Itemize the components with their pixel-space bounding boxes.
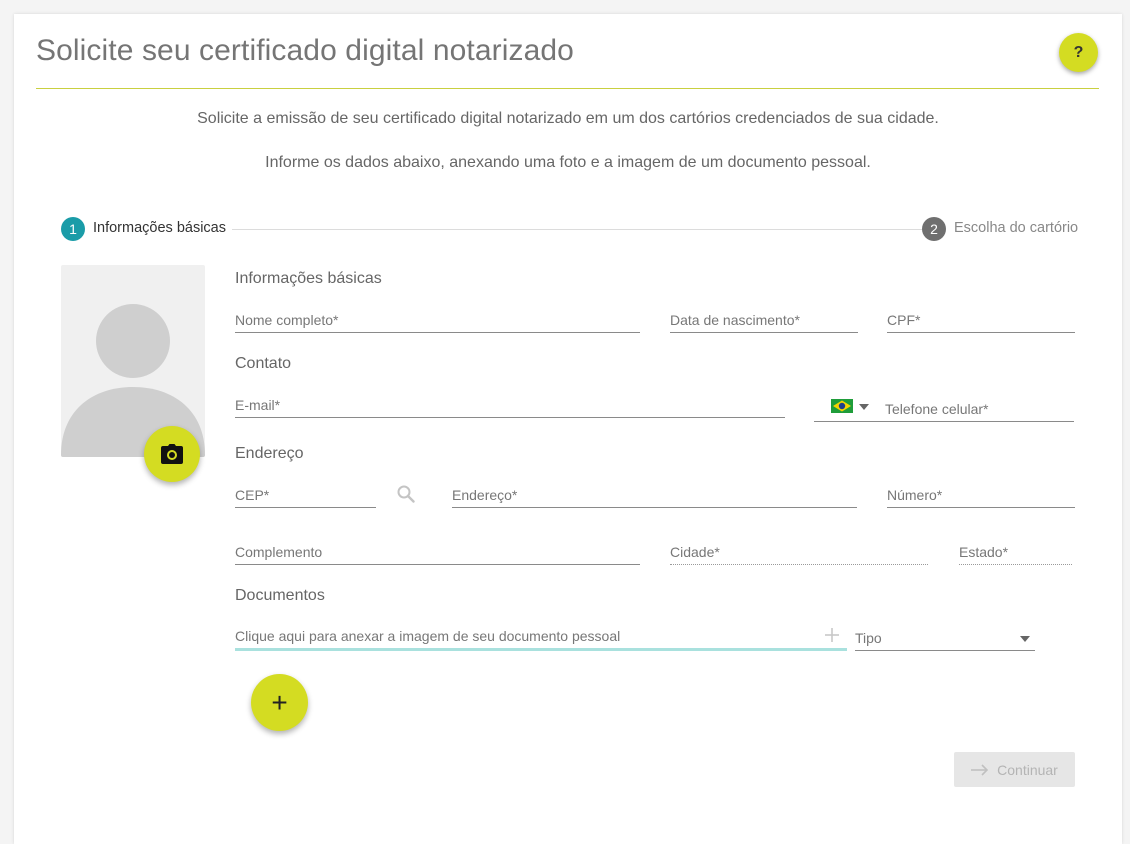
camera-icon xyxy=(161,444,183,464)
country-dropdown-chevron-icon[interactable] xyxy=(859,404,869,410)
stepper-connector xyxy=(232,229,922,230)
step-2-circle[interactable]: 2 xyxy=(922,217,946,241)
title-divider xyxy=(36,88,1099,89)
add-document-button[interactable]: + xyxy=(251,674,308,731)
number-field[interactable]: Número* xyxy=(887,483,1075,508)
full-name-label: Nome completo* xyxy=(235,312,339,328)
section-title-contact: Contato xyxy=(235,355,292,372)
intro-text-1: Solicite a emissão de seu certificado di… xyxy=(197,110,939,127)
number-label: Número* xyxy=(887,487,943,503)
page-title: Solicite seu certificado digital notariz… xyxy=(36,34,574,67)
cpf-field[interactable]: CPF* xyxy=(887,308,1075,333)
birth-date-field[interactable]: Data de nascimento* xyxy=(670,308,858,333)
intro-text-2: Informe os dados abaixo, anexando uma fo… xyxy=(265,154,871,171)
step-1-label[interactable]: Informações básicas xyxy=(93,220,226,236)
help-button[interactable]: ? xyxy=(1059,33,1098,72)
city-label: Cidade* xyxy=(670,544,720,560)
continue-label: Continuar xyxy=(997,761,1058,778)
birth-date-label: Data de nascimento* xyxy=(670,312,800,328)
cep-label: CEP* xyxy=(235,487,270,503)
document-attach-field[interactable]: Clique aqui para anexar a imagem de seu … xyxy=(235,624,847,651)
section-title-basic: Informações básicas xyxy=(235,270,382,287)
address-field[interactable]: Endereço* xyxy=(452,483,857,508)
section-title-address: Endereço xyxy=(235,445,304,462)
cpf-label: CPF* xyxy=(887,312,921,328)
phone-field[interactable]: Telefone celular* xyxy=(814,393,1074,422)
state-label: Estado* xyxy=(959,544,1009,560)
address-label: Endereço* xyxy=(452,487,518,503)
state-field[interactable]: Estado* xyxy=(959,540,1072,565)
complement-label: Complemento xyxy=(235,544,323,560)
email-field[interactable]: E-mail* xyxy=(235,393,785,418)
camera-button[interactable] xyxy=(144,426,200,482)
phone-label: Telefone celular* xyxy=(885,401,989,417)
step-2-label[interactable]: Escolha do cartório xyxy=(954,220,1078,236)
brazil-flag-icon[interactable] xyxy=(831,399,853,413)
section-title-documents: Documentos xyxy=(235,587,325,604)
full-name-field[interactable]: Nome completo* xyxy=(235,308,640,333)
email-label: E-mail* xyxy=(235,397,281,413)
cep-field[interactable]: CEP* xyxy=(235,483,376,508)
document-type-select[interactable]: Tipo xyxy=(855,626,1035,651)
form-card: Solicite seu certificado digital notariz… xyxy=(14,14,1122,844)
complement-field[interactable]: Complemento xyxy=(235,540,640,565)
search-icon[interactable] xyxy=(397,485,415,503)
document-type-label: Tipo xyxy=(855,630,882,646)
step-1-circle[interactable]: 1 xyxy=(61,217,85,241)
arrow-right-icon xyxy=(971,763,989,776)
attach-plus-icon[interactable] xyxy=(825,628,839,642)
continue-button[interactable]: Continuar xyxy=(954,752,1075,787)
document-attach-label: Clique aqui para anexar a imagem de seu … xyxy=(235,628,621,644)
city-field[interactable]: Cidade* xyxy=(670,540,928,565)
chevron-down-icon xyxy=(1020,636,1030,642)
